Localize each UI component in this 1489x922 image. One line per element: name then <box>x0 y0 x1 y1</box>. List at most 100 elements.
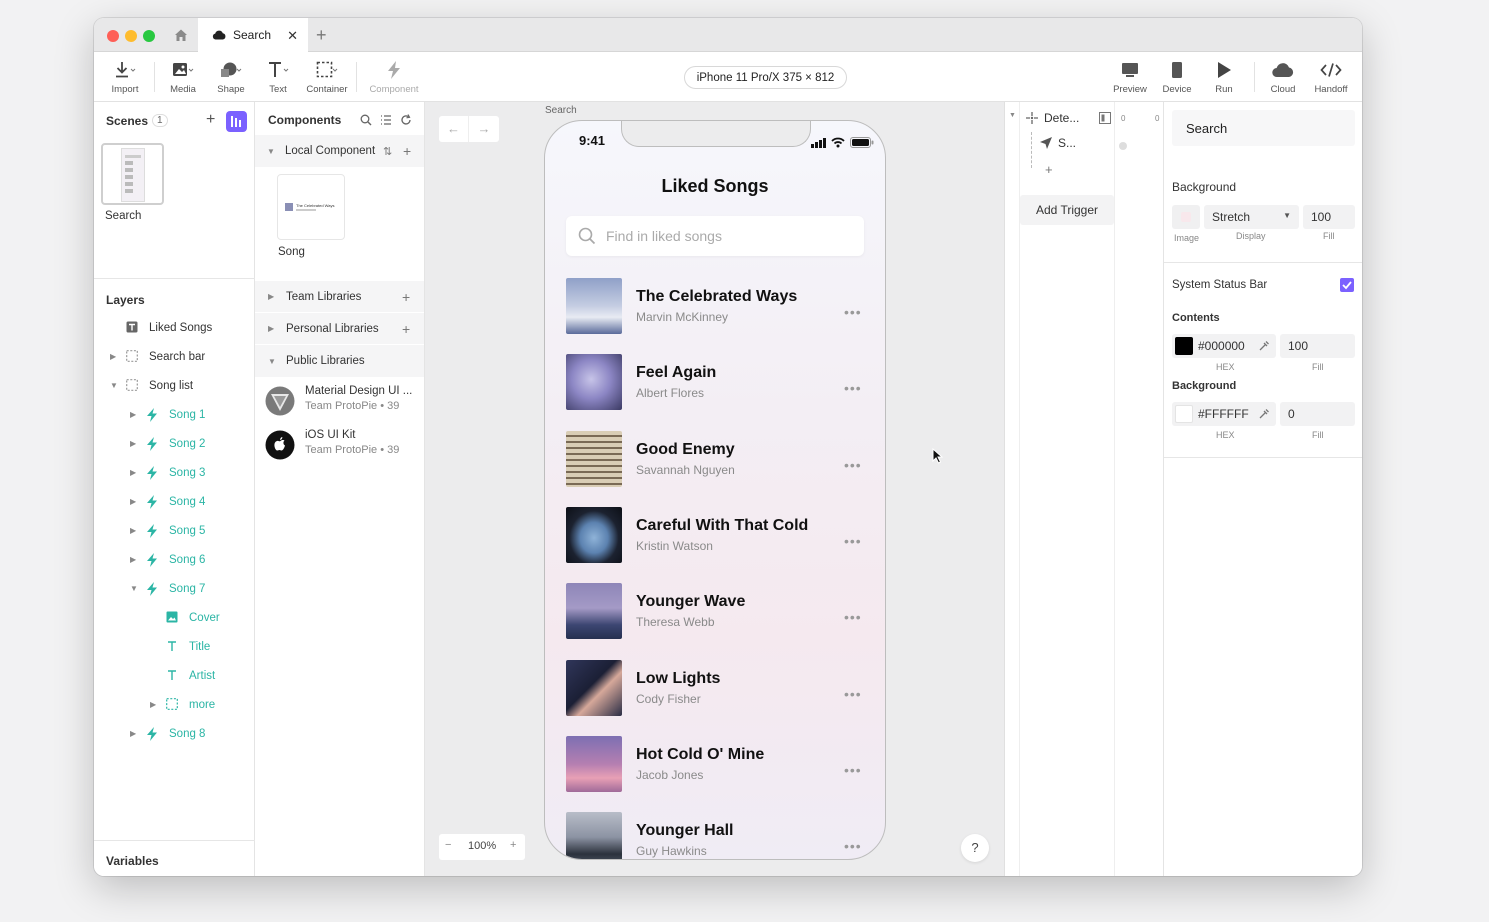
text-button[interactable]: Text <box>253 60 303 95</box>
collapsed-triangle-icon[interactable]: ▶ <box>130 729 136 738</box>
scene-view-toggle[interactable] <box>226 111 247 132</box>
minimize-window-button[interactable] <box>125 30 137 42</box>
more-options-icon[interactable]: ••• <box>844 762 862 778</box>
background-hex-field[interactable]: #FFFFFF <box>1172 402 1276 426</box>
collapsed-triangle-icon[interactable]: ▶ <box>130 439 136 448</box>
layer-item[interactable]: ▶ Song 2 <box>94 429 255 458</box>
maximize-window-button[interactable] <box>143 30 155 42</box>
collapsed-triangle-icon[interactable]: ▶ <box>130 468 136 477</box>
more-options-icon[interactable]: ••• <box>844 457 862 473</box>
eyedropper-icon[interactable] <box>1258 408 1270 420</box>
search-icon[interactable] <box>360 114 372 126</box>
scene-thumbnail[interactable] <box>101 143 164 205</box>
media-button[interactable]: Media <box>158 60 208 95</box>
container-button[interactable]: Container <box>302 60 352 95</box>
preview-button[interactable]: Preview <box>1105 60 1155 95</box>
shape-button[interactable]: Shape <box>206 60 256 95</box>
back-arrow-icon[interactable]: ← <box>439 116 469 142</box>
trigger-item[interactable]: Dete... <box>1025 107 1119 129</box>
fill-field[interactable]: 100 <box>1303 205 1355 229</box>
more-options-icon[interactable]: ••• <box>844 609 862 625</box>
public-libraries-section[interactable]: ▼ Public Libraries <box>255 345 424 377</box>
collapsed-triangle-icon[interactable]: ▶ <box>130 497 136 506</box>
more-options-icon[interactable]: ••• <box>844 380 862 396</box>
expanded-triangle-icon[interactable]: ▼ <box>130 584 138 593</box>
home-icon[interactable] <box>174 28 188 42</box>
handoff-button[interactable]: Handoff <box>1306 60 1356 95</box>
local-component-section[interactable]: ▼ Local Component ⇅ + <box>255 135 424 167</box>
add-response-button[interactable]: + <box>1045 162 1053 177</box>
layer-item[interactable]: ▶ Song 3 <box>94 458 255 487</box>
upload-icon[interactable]: ⇅ <box>383 145 392 158</box>
layer-item[interactable]: ▼ Song list <box>94 371 255 400</box>
close-tab-icon[interactable]: ✕ <box>287 28 298 44</box>
layer-item[interactable]: ▶ more <box>94 690 255 719</box>
device-selector[interactable]: iPhone 11 Pro/X 375 × 812 <box>684 66 847 89</box>
collapsed-triangle-icon[interactable]: ▶ <box>130 410 136 419</box>
more-options-icon[interactable]: ••• <box>844 838 862 854</box>
collapse-triangle-icon[interactable]: ▼ <box>1009 112 1016 119</box>
contents-hex-field[interactable]: #000000 <box>1172 334 1276 358</box>
add-local-component-button[interactable]: + <box>403 143 411 159</box>
layer-item[interactable]: Title <box>94 632 255 661</box>
refresh-icon[interactable] <box>400 114 412 126</box>
layer-item[interactable]: ▶ Song 4 <box>94 487 255 516</box>
library-item[interactable]: iOS UI Kit Team ProtoPie • 39 <box>255 428 424 464</box>
background-fill-field[interactable]: 0 <box>1280 402 1355 426</box>
component-button[interactable]: Component <box>369 60 419 95</box>
list-icon[interactable] <box>380 114 392 126</box>
scene-name-field[interactable]: Search <box>1172 110 1355 146</box>
panel-toggle-icon[interactable] <box>1099 112 1111 124</box>
layer-item[interactable]: Artist <box>94 661 255 690</box>
status-bar-checkbox[interactable] <box>1340 278 1354 292</box>
eyedropper-icon[interactable] <box>1258 340 1270 352</box>
layer-item[interactable]: ▼ Song 7 <box>94 574 255 603</box>
collapsed-triangle-icon[interactable]: ▶ <box>130 526 136 535</box>
song-list-item[interactable]: Younger Wave Theresa Webb ••• <box>566 583 866 641</box>
song-list-item[interactable]: Careful With That Cold Kristin Watson ••• <box>566 506 866 565</box>
contents-color-swatch[interactable] <box>1175 337 1193 355</box>
search-bar[interactable]: Find in liked songs <box>566 216 864 256</box>
collapsed-triangle-icon[interactable]: ▶ <box>130 555 136 564</box>
canvas[interactable]: ← → Search 9:41 Liked Songs Find in like… <box>425 102 1004 876</box>
forward-arrow-icon[interactable]: → <box>469 116 499 142</box>
add-trigger-button[interactable]: Add Trigger <box>1020 195 1114 225</box>
background-color-swatch[interactable] <box>1175 405 1193 423</box>
song-list-item[interactable]: Good Enemy Savannah Nguyen ••• <box>566 430 866 489</box>
song-list-item[interactable]: Feel Again Albert Flores ••• <box>566 354 866 412</box>
response-item[interactable]: S... <box>1039 136 1076 150</box>
song-list-item[interactable]: Low Lights Cody Fisher ••• <box>566 659 866 718</box>
collapsed-triangle-icon[interactable]: ▶ <box>150 700 156 709</box>
add-team-library-button[interactable]: + <box>402 289 410 305</box>
device-button[interactable]: Device <box>1152 60 1202 95</box>
timeline-keyframe[interactable] <box>1119 142 1127 150</box>
help-button[interactable]: ? <box>961 834 989 862</box>
close-window-button[interactable] <box>107 30 119 42</box>
more-options-icon[interactable]: ••• <box>844 533 862 549</box>
add-personal-library-button[interactable]: + <box>402 321 410 337</box>
song-component-thumbnail[interactable]: The Celebrated Ways <box>277 174 345 240</box>
zoom-out-button[interactable]: − <box>445 839 451 851</box>
song-list-item[interactable]: Younger Hall Guy Hawkins ••• <box>566 812 866 859</box>
collapsed-triangle-icon[interactable]: ▶ <box>110 352 116 361</box>
more-options-icon[interactable]: ••• <box>844 686 862 702</box>
contents-fill-field[interactable]: 100 <box>1280 334 1355 358</box>
layer-item[interactable]: ▶ Song 1 <box>94 400 255 429</box>
layer-item[interactable]: ▶ Song 8 <box>94 719 255 748</box>
layer-item[interactable]: Liked Songs <box>94 313 255 342</box>
song-list-item[interactable]: Hot Cold O' Mine Jacob Jones ••• <box>566 735 866 794</box>
background-image-well[interactable] <box>1172 205 1200 229</box>
layer-item[interactable]: ▶ Song 5 <box>94 516 255 545</box>
library-item[interactable]: Material Design UI ... Team ProtoPie • 3… <box>255 384 424 420</box>
add-scene-button[interactable]: + <box>206 111 215 129</box>
layer-item[interactable]: Cover <box>94 603 255 632</box>
tab-search[interactable]: Search ✕ <box>198 18 308 52</box>
personal-libraries-section[interactable]: ▶ Personal Libraries + <box>255 313 424 345</box>
variables-title[interactable]: Variables <box>106 854 159 868</box>
song-list-item[interactable]: The Celebrated Ways Marvin McKinney ••• <box>566 278 866 336</box>
display-select[interactable]: Stretch ▼ <box>1204 205 1299 229</box>
team-libraries-section[interactable]: ▶ Team Libraries + <box>255 281 424 313</box>
zoom-in-button[interactable]: + <box>510 839 516 851</box>
layer-item[interactable]: ▶ Song 6 <box>94 545 255 574</box>
expanded-triangle-icon[interactable]: ▼ <box>110 381 118 390</box>
